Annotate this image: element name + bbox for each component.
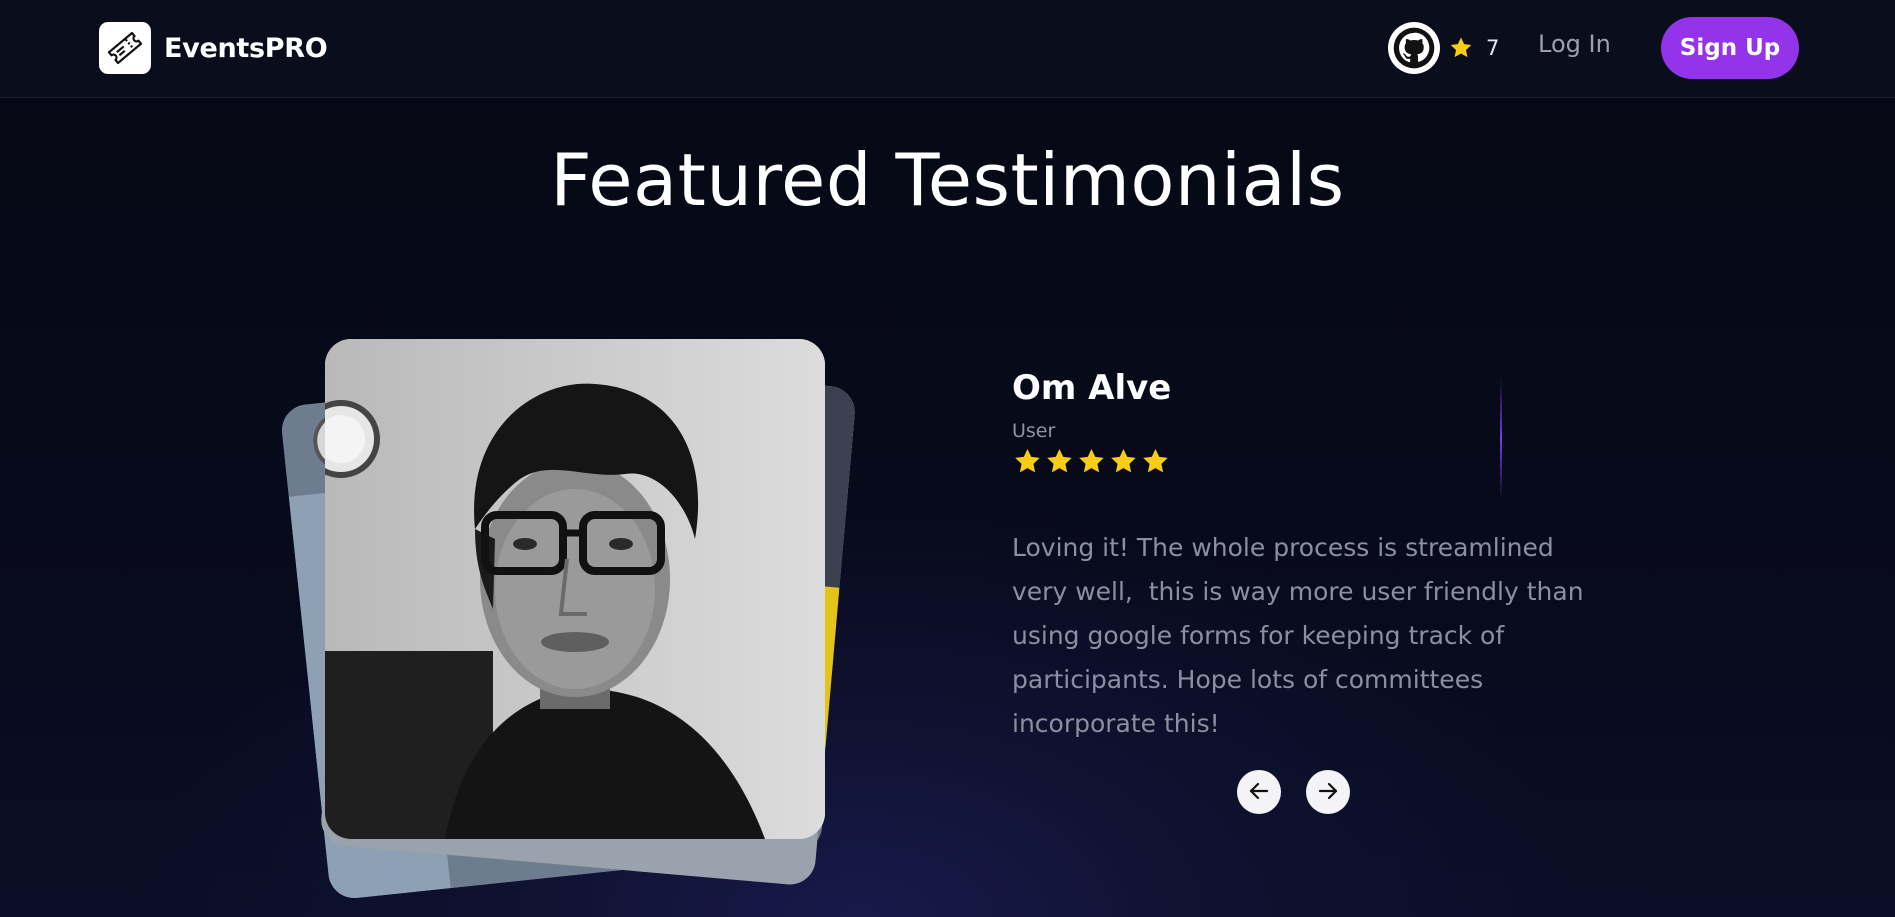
testimonial-photo <box>325 339 825 839</box>
signup-button[interactable]: Sign Up <box>1661 17 1799 79</box>
star-icon <box>1448 35 1474 61</box>
arrow-left-icon <box>1247 779 1271 806</box>
github-stars-link[interactable]: 7 <box>1388 22 1499 74</box>
login-link[interactable]: Log In <box>1538 30 1611 58</box>
testimonial-photo-stack <box>279 330 880 901</box>
vertical-divider <box>1500 378 1502 500</box>
next-testimonial-button[interactable] <box>1306 770 1350 814</box>
testimonial-quote: Loving it! The whole process is streamli… <box>1012 533 1592 738</box>
testimonial-role: User <box>1012 420 1056 442</box>
star-icon <box>1140 446 1171 481</box>
previous-testimonial-button[interactable] <box>1237 770 1281 814</box>
navbar: EventsPRO 7 Log In Sign Up <box>0 0 1895 98</box>
arrow-right-icon <box>1316 779 1340 806</box>
brand-name: EventsPRO <box>164 32 328 64</box>
testimonial-name: Om Alve <box>1012 368 1172 408</box>
star-icon <box>1044 446 1075 481</box>
star-icon <box>1076 446 1107 481</box>
brand-link[interactable]: EventsPRO <box>99 22 328 74</box>
github-star-count: 7 <box>1486 36 1500 60</box>
star-icon <box>1108 446 1139 481</box>
page-title: Featured Testimonials <box>550 138 1345 222</box>
star-rating <box>1012 446 1171 481</box>
github-icon <box>1388 22 1440 74</box>
star-icon <box>1012 446 1043 481</box>
ticket-logo-icon <box>99 22 151 74</box>
